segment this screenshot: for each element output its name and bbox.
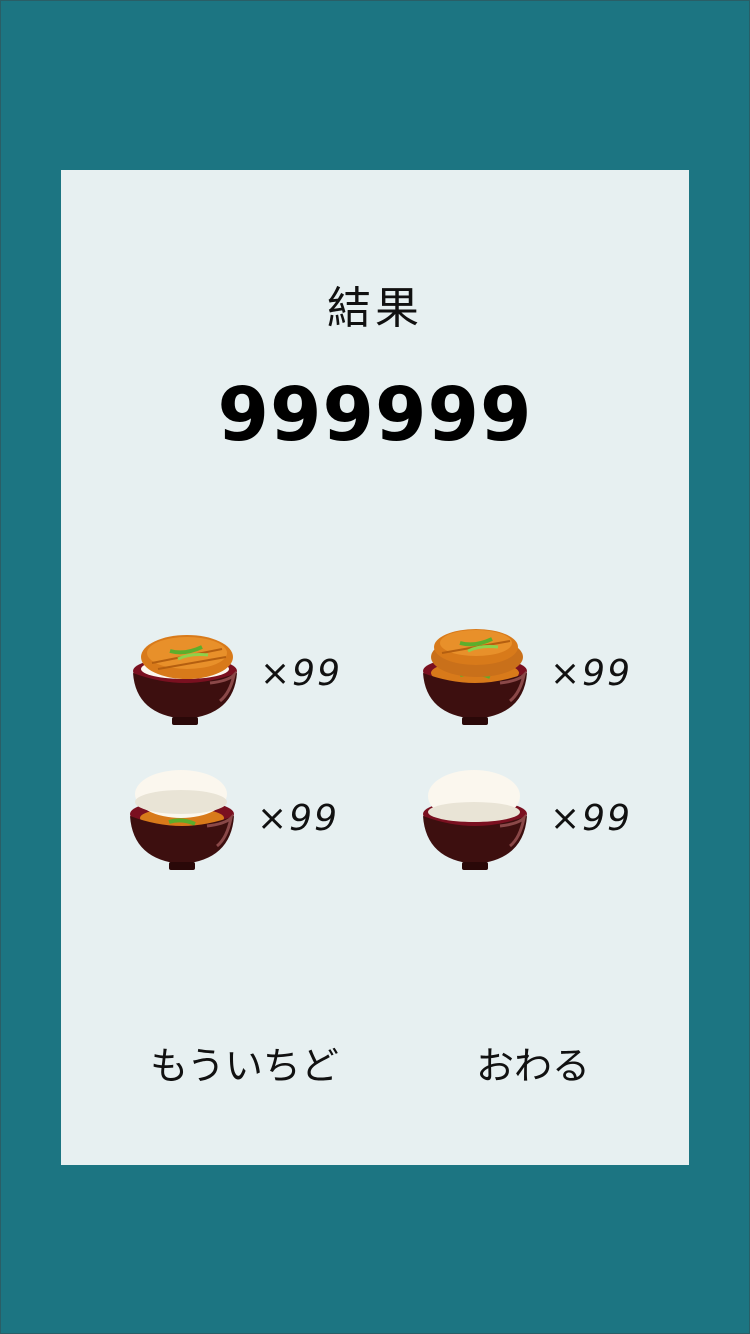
plain-rice-bowl-icon: [423, 770, 527, 870]
item-count: ×99: [550, 798, 632, 839]
item-plain-rice: ×99: [420, 768, 650, 878]
double-katsudon-bowl-icon: [423, 629, 527, 725]
item-double-katsudon: ×99: [420, 623, 650, 733]
item-count: ×99: [260, 653, 342, 694]
item-rice-over-katsu: ×99: [127, 768, 357, 878]
rice-over-katsu-bowl-icon: [130, 770, 234, 870]
item-count: ×99: [257, 798, 339, 839]
retry-button[interactable]: もういちど: [150, 1036, 339, 1096]
result-title: 結果: [327, 283, 423, 334]
score-value: 999999: [217, 372, 533, 458]
item-count: ×99: [550, 653, 632, 694]
quit-button[interactable]: おわる: [476, 1036, 590, 1096]
item-katsudon: ×99: [130, 623, 360, 733]
katsudon-bowl-icon: [133, 635, 237, 725]
